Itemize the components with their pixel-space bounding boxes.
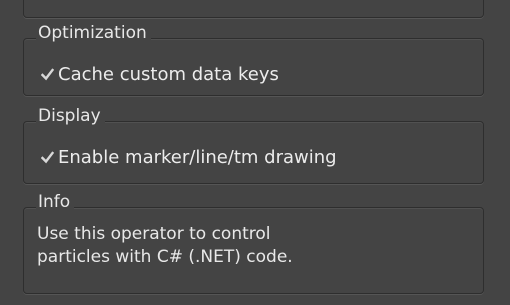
optimization-group: Optimization Cache custom data keys (23, 23, 484, 96)
info-group-title: Info (36, 192, 75, 212)
info-group: Info Use this operator to control partic… (23, 192, 484, 294)
display-group-title: Display (36, 106, 105, 126)
info-line-1: Use this operator to control (37, 224, 271, 244)
checkmark-icon (41, 67, 54, 80)
enable-drawing-checkbox[interactable]: Enable marker/line/tm drawing (41, 147, 337, 169)
info-line-2: particles with C# (.NET) code. (37, 247, 293, 267)
cache-custom-data-keys-label: Cache custom data keys (58, 64, 279, 85)
info-description: Use this operator to control particles w… (37, 223, 293, 269)
enable-drawing-label: Enable marker/line/tm drawing (58, 147, 337, 168)
previous-group-frame (23, 0, 484, 18)
checkmark-icon (41, 150, 54, 163)
cache-custom-data-keys-checkbox[interactable]: Cache custom data keys (41, 64, 279, 86)
optimization-group-title: Optimization (36, 23, 151, 43)
display-group: Display Enable marker/line/tm drawing (23, 106, 484, 184)
